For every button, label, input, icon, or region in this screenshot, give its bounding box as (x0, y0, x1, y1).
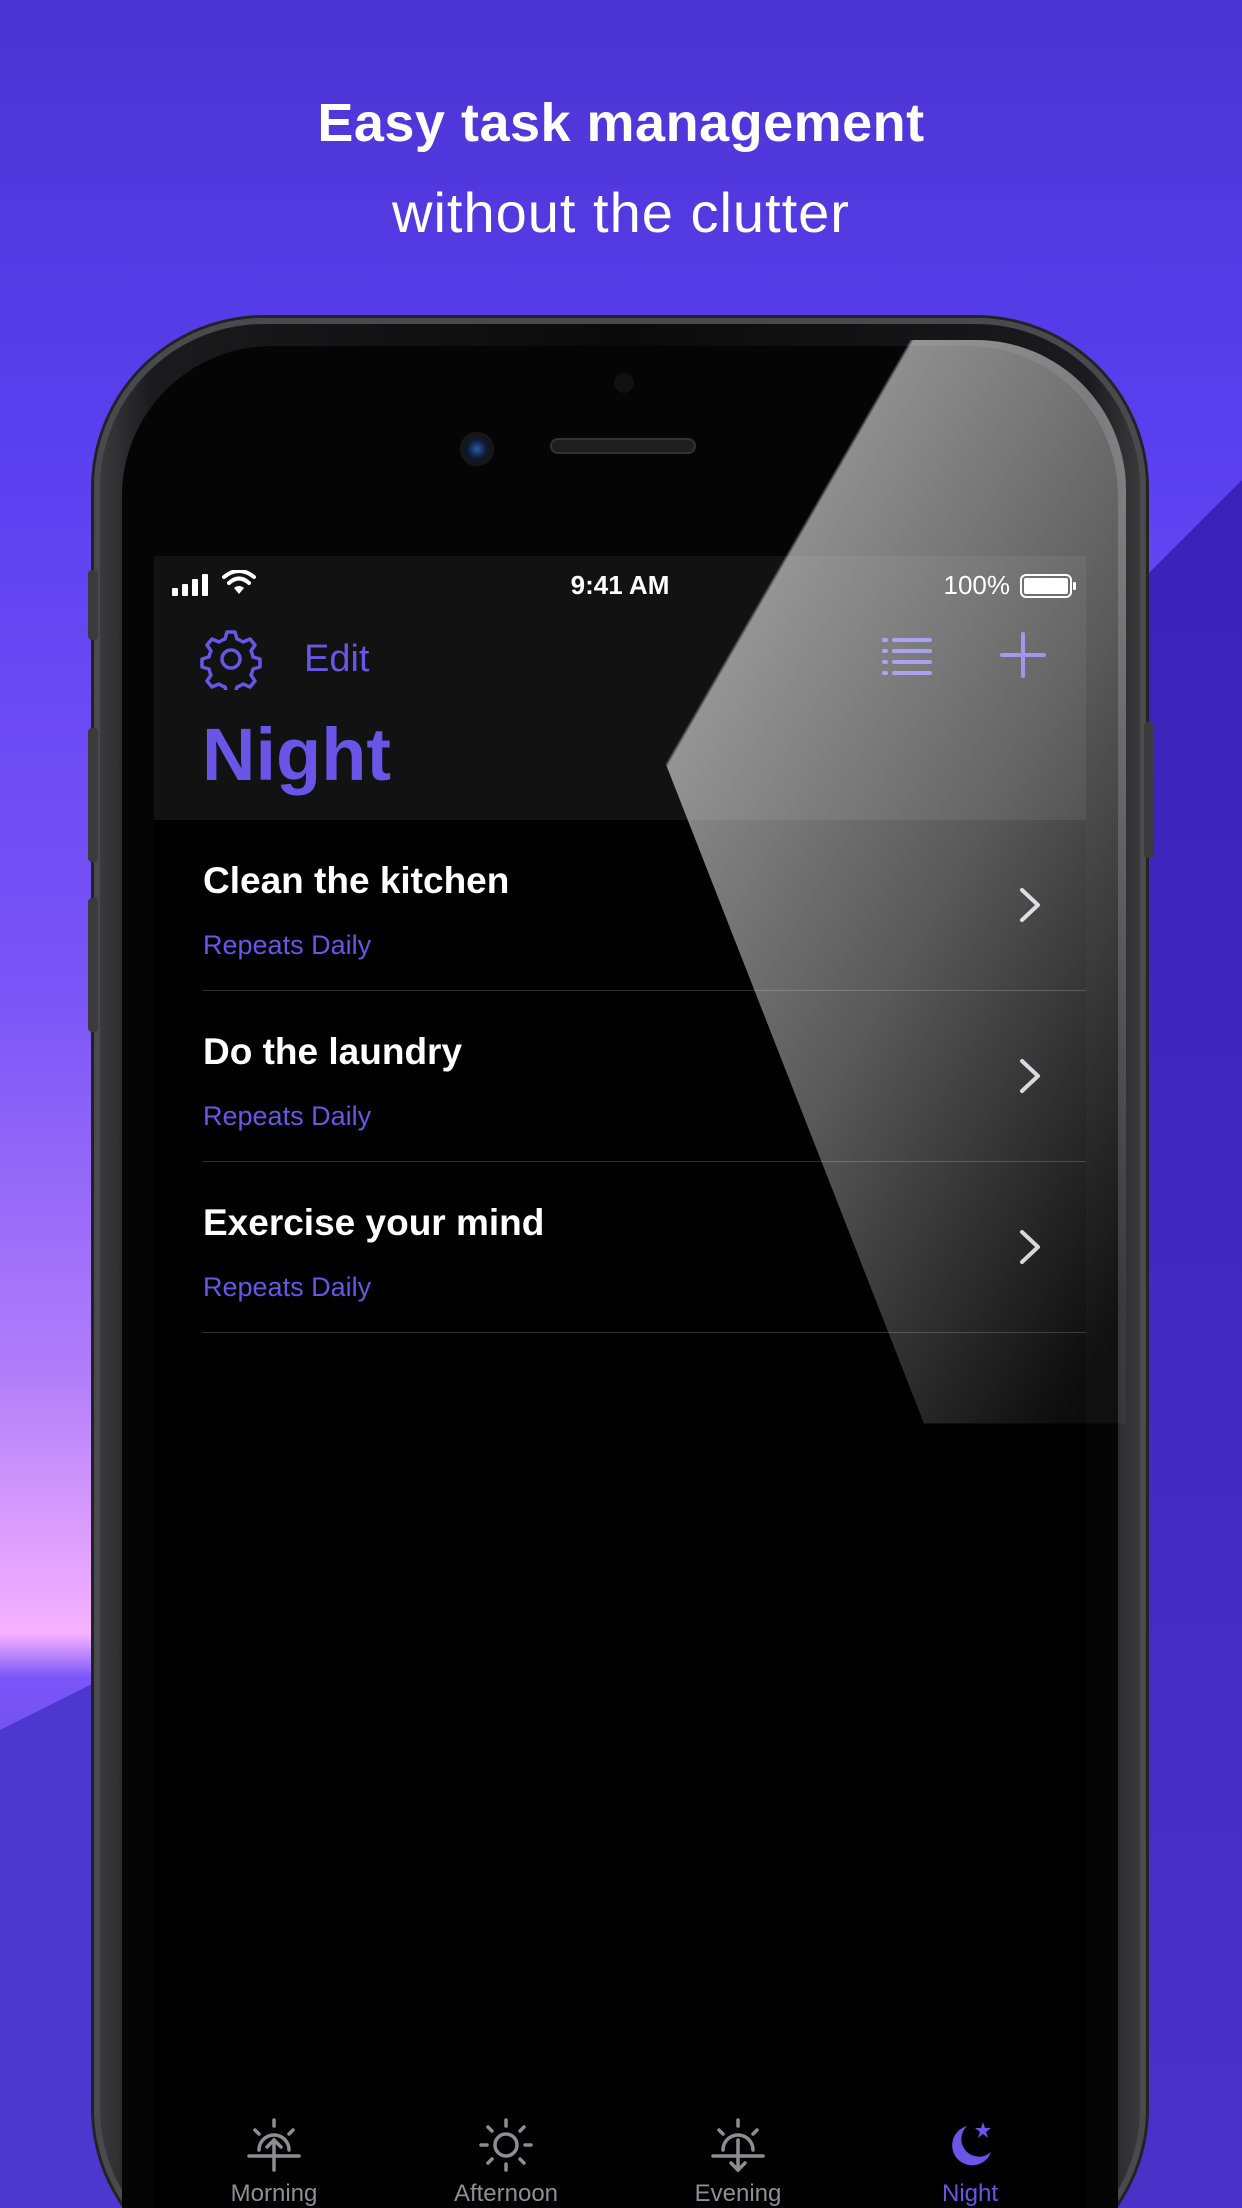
status-bar: 9:41 AM 100% (154, 556, 1086, 612)
phone-sensor (614, 373, 634, 393)
row-divider (202, 1332, 1086, 1333)
tab-night[interactable]: Night (880, 2106, 1060, 2208)
edit-button[interactable]: Edit (304, 638, 369, 681)
tab-label: Morning (230, 2180, 318, 2207)
phone-side-button (1144, 722, 1154, 858)
sunrise-icon (247, 2118, 301, 2172)
page-title: Night (202, 713, 392, 796)
task-repeat-label: Repeats Daily (203, 1101, 372, 1131)
tab-label: Afternoon (453, 2180, 559, 2207)
app-screen: 9:41 AM 100% Edit Night Clean the kitche… (154, 556, 1086, 2208)
task-repeat-label: Repeats Daily (203, 930, 372, 960)
gear-icon[interactable] (200, 628, 262, 690)
chevron-right-icon (1020, 1230, 1040, 1264)
phone-camera (460, 432, 494, 466)
plus-icon[interactable] (998, 630, 1048, 680)
sunset-icon (711, 2118, 765, 2173)
marketing-headline: Easy task management (317, 93, 925, 153)
moon-star-icon (952, 2122, 991, 2166)
task-title: Clean the kitchen (203, 860, 510, 901)
tab-label: Night (941, 2180, 999, 2207)
chevron-right-icon (1020, 888, 1040, 922)
tab-evening[interactable]: Evening (648, 2106, 828, 2208)
tab-morning[interactable]: Morning (184, 2106, 364, 2208)
list-icon[interactable] (880, 632, 936, 682)
task-row[interactable]: Exercise your mind Repeats Daily (154, 1162, 1086, 1333)
marketing-subline: without the clutter (392, 181, 850, 244)
battery-percent: 100% (943, 570, 1011, 600)
task-row[interactable]: Clean the kitchen Repeats Daily (154, 820, 1086, 991)
phone-side-button (88, 728, 98, 862)
navigation-header: 9:41 AM 100% Edit Night (154, 556, 1086, 820)
chevron-right-icon (1020, 1059, 1040, 1093)
task-repeat-label: Repeats Daily (203, 1272, 372, 1302)
battery-icon (1020, 573, 1076, 598)
phone-side-button (88, 898, 98, 1032)
task-title: Do the laundry (203, 1031, 463, 1072)
task-row[interactable]: Do the laundry Repeats Daily (154, 991, 1086, 1162)
phone-speaker (550, 438, 696, 454)
sun-icon (479, 2118, 533, 2172)
tab-bar: Morning Afternoon Evening Night (154, 2106, 1086, 2208)
toolbar: Edit (154, 622, 1086, 702)
task-list: Clean the kitchen Repeats Daily Do the l… (154, 820, 1086, 1333)
tab-afternoon[interactable]: Afternoon (416, 2106, 596, 2208)
tab-label: Evening (694, 2180, 782, 2207)
task-title: Exercise your mind (203, 1202, 545, 1243)
phone-side-button (88, 570, 98, 640)
status-right: 100% (943, 570, 1076, 601)
